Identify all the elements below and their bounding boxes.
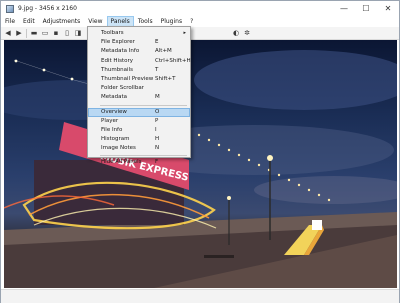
- menu-item-file-explorer[interactable]: File Explorer E: [88, 38, 190, 47]
- open-file-icon[interactable]: ▭: [41, 29, 49, 37]
- menu-bar: File Edit Adjustments View Panels Tools …: [1, 16, 399, 27]
- maximize-button[interactable]: ☐: [355, 1, 377, 16]
- menu-item-thumbnails[interactable]: Thumbnails T: [88, 66, 190, 75]
- minimize-button[interactable]: —: [333, 1, 355, 16]
- close-button[interactable]: ✕: [377, 1, 399, 16]
- menu-item-histogram[interactable]: Histogram H: [88, 135, 190, 144]
- menu-item-thumbnail-preview[interactable]: Thumbnail Preview Shift+T: [88, 75, 190, 84]
- panels-dropdown-menu: Toolbars ▸ File Explorer E Metadata Info A…: [87, 26, 191, 165]
- menu-item-edit-history[interactable]: Edit History Ctrl+Shift+H: [88, 57, 191, 66]
- menu-item-folder-scrollbar[interactable]: Folder Scrollbar: [88, 84, 190, 93]
- copy-icon[interactable]: ◨: [74, 29, 82, 37]
- app-window: 9.jpg - 3456 x 2160 — ☐ ✕ File Edit Adju…: [0, 0, 400, 303]
- back-icon[interactable]: ◀: [4, 29, 12, 37]
- photo-canvas: MUSIK EXPRESS: [4, 50, 397, 288]
- window-controls: — ☐ ✕: [333, 1, 399, 16]
- status-bar: [1, 289, 399, 303]
- open-folder-icon[interactable]: ▬: [30, 29, 38, 37]
- forward-icon[interactable]: ▶: [15, 29, 23, 37]
- rotate-icon[interactable]: ◐: [232, 29, 240, 37]
- settings-icon[interactable]: ✲: [243, 29, 251, 37]
- menu-item-player[interactable]: Player P: [88, 117, 190, 126]
- menu-item-file-info[interactable]: File Info I: [88, 126, 190, 135]
- menu-item-metadata[interactable]: Metadata M: [88, 93, 190, 102]
- delete-icon[interactable]: ▯: [63, 29, 71, 37]
- menu-file[interactable]: File: [1, 16, 19, 27]
- window-title: 9.jpg - 3456 x 2160: [18, 5, 77, 12]
- save-icon[interactable]: ▪: [52, 29, 60, 37]
- toolbar-separator: [26, 28, 27, 38]
- menu-edit[interactable]: Edit: [19, 16, 39, 27]
- title-bar: 9.jpg - 3456 x 2160 — ☐ ✕: [1, 1, 399, 16]
- menu-separator: [100, 104, 187, 106]
- menu-item-toolbars[interactable]: Toolbars ▸: [88, 29, 190, 38]
- toolbar: ◀ ▶ ▬ ▭ ▪ ▯ ◨ ◐ ✲: [1, 27, 399, 40]
- menu-item-image-notes[interactable]: Image Notes N: [88, 144, 190, 153]
- app-icon: [6, 4, 14, 13]
- menu-adjustments[interactable]: Adjustments: [39, 16, 85, 27]
- menu-item-overview[interactable]: Overview O: [88, 107, 190, 117]
- menu-item-hide-all-panels[interactable]: Hide All Panels F: [88, 158, 190, 167]
- submenu-arrow-icon: ▸: [183, 30, 186, 36]
- menu-item-metadata-info[interactable]: Metadata Info Alt+M: [88, 47, 190, 56]
- image-viewer[interactable]: MUSIK EXPRESS: [4, 40, 397, 288]
- menu-separator: [100, 155, 187, 157]
